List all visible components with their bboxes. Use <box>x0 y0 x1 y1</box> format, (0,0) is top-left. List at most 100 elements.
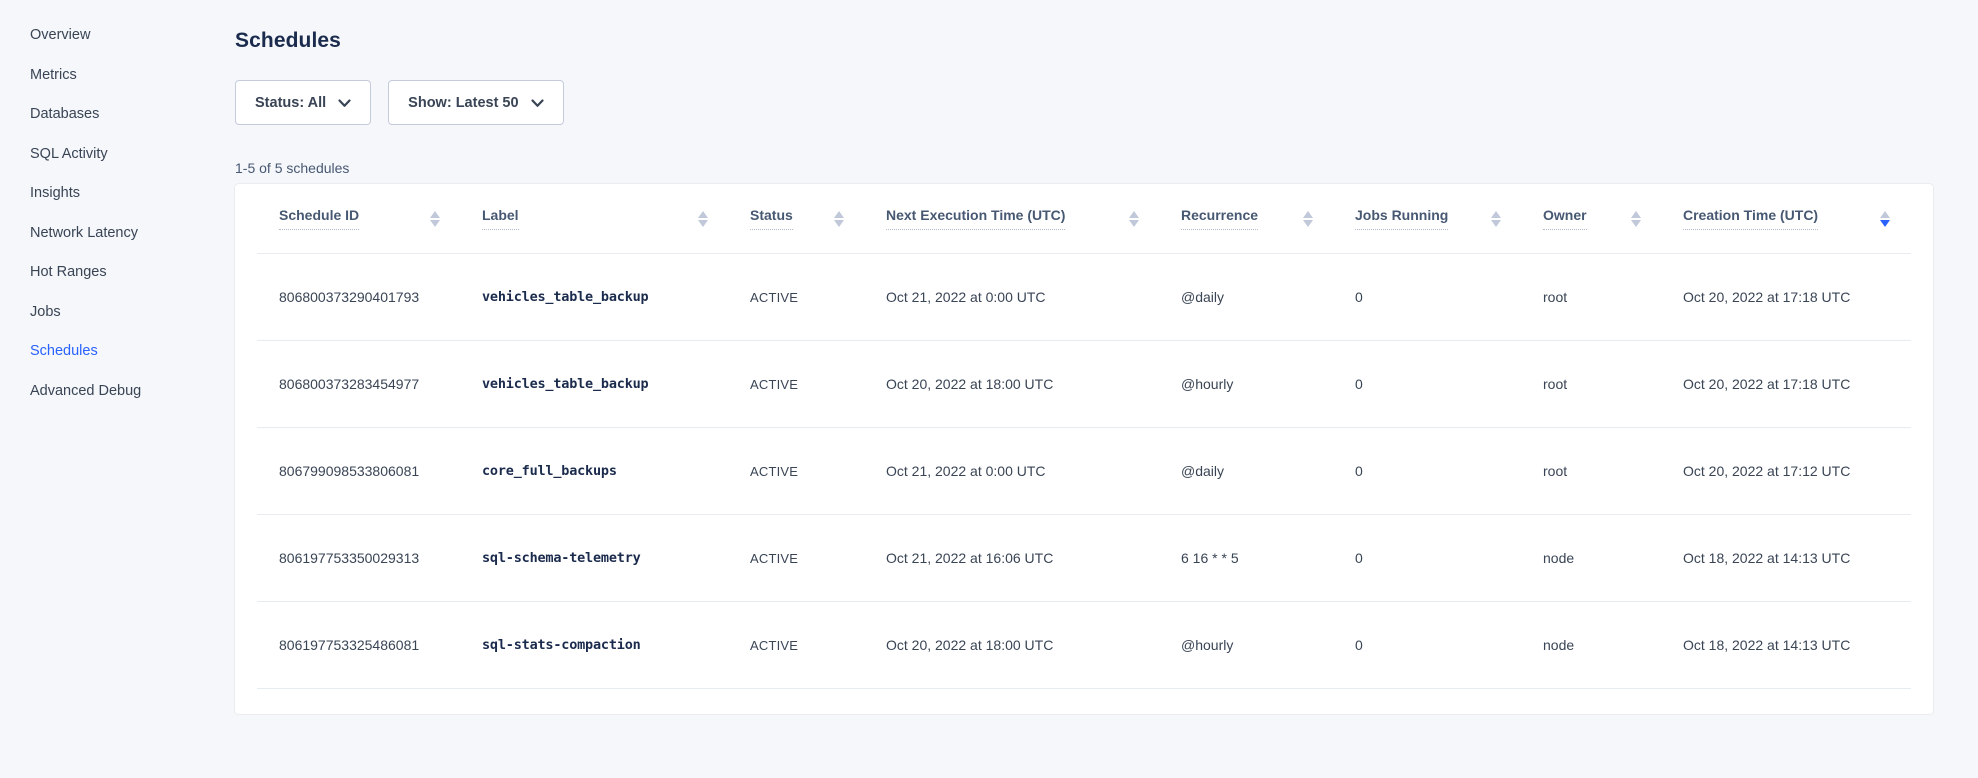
cell-schedule-id[interactable]: 806197753350029313 <box>257 550 460 566</box>
column-header-label: Label <box>482 207 519 230</box>
cell-next-execution: Oct 21, 2022 at 0:00 UTC <box>864 289 1159 305</box>
sidebar-nav-list: OverviewMetricsDatabasesSQL ActivityInsi… <box>30 16 235 411</box>
triangle-up-icon <box>1631 211 1641 218</box>
show-filter-label: Show: Latest 50 <box>408 95 518 111</box>
cell-recurrence: @hourly <box>1159 376 1333 392</box>
chevron-down-icon <box>531 99 544 108</box>
cell-creation-time: Oct 18, 2022 at 14:13 UTC <box>1661 550 1910 566</box>
cell-schedule-id[interactable]: 806800373290401793 <box>257 289 460 305</box>
column-header-owner[interactable]: Owner <box>1521 207 1661 230</box>
column-header-next-execution-time-utc[interactable]: Next Execution Time (UTC) <box>864 207 1159 230</box>
cell-owner: node <box>1521 550 1661 566</box>
table-body: 806800373290401793 vehicles_table_backup… <box>257 254 1911 689</box>
filters-bar: Status: All Show: Latest 50 <box>235 80 1933 125</box>
app-root: OverviewMetricsDatabasesSQL ActivityInsi… <box>0 0 1978 778</box>
cell-recurrence: @daily <box>1159 289 1333 305</box>
main-content: Schedules Status: All Show: Latest 50 1-… <box>235 0 1978 778</box>
cell-schedule-id[interactable]: 806799098533806081 <box>257 463 460 479</box>
status-filter-dropdown[interactable]: Status: All <box>235 80 371 125</box>
column-header-label: Recurrence <box>1181 207 1258 230</box>
column-header-label[interactable]: Label <box>460 207 728 230</box>
column-header-jobs-running[interactable]: Jobs Running <box>1333 207 1521 230</box>
column-header-creation-time-utc[interactable]: Creation Time (UTC) <box>1661 207 1910 230</box>
sidebar-item-network-latency[interactable]: Network Latency <box>30 214 235 254</box>
table-row: 806800373283454977 vehicles_table_backup… <box>257 341 1911 428</box>
sidebar-item-overview[interactable]: Overview <box>30 16 235 56</box>
column-header-label: Status <box>750 207 793 230</box>
sort-arrows-icon <box>1631 211 1641 227</box>
results-summary: 1-5 of 5 schedules <box>235 159 1933 177</box>
triangle-down-icon <box>698 220 708 227</box>
cell-label: core_full_backups <box>460 463 728 479</box>
sort-arrows-icon <box>1303 211 1313 227</box>
triangle-up-icon <box>698 211 708 218</box>
cell-recurrence: @daily <box>1159 463 1333 479</box>
column-header-label: Next Execution Time (UTC) <box>886 207 1065 230</box>
cell-label: sql-stats-compaction <box>460 637 728 653</box>
sidebar-item-schedules[interactable]: Schedules <box>30 332 235 372</box>
cell-status: ACTIVE <box>728 290 864 305</box>
column-header-label: Jobs Running <box>1355 207 1448 230</box>
cell-recurrence: 6 16 * * 5 <box>1159 550 1333 566</box>
sidebar-item-metrics[interactable]: Metrics <box>30 56 235 96</box>
sort-arrows-icon <box>698 211 708 227</box>
table-row: 806799098533806081 core_full_backups ACT… <box>257 428 1911 515</box>
schedules-table: Schedule ID Label Status Next Execution … <box>257 184 1911 689</box>
triangle-up-icon <box>1880 211 1890 218</box>
triangle-up-icon <box>1303 211 1313 218</box>
cell-schedule-id[interactable]: 806800373283454977 <box>257 376 460 392</box>
column-header-schedule-id[interactable]: Schedule ID <box>257 207 460 230</box>
triangle-down-icon <box>1880 220 1890 227</box>
cell-creation-time: Oct 20, 2022 at 17:12 UTC <box>1661 463 1910 479</box>
cell-creation-time: Oct 18, 2022 at 14:13 UTC <box>1661 637 1910 653</box>
cell-label: sql-schema-telemetry <box>460 550 728 566</box>
column-header-label: Owner <box>1543 207 1587 230</box>
sort-arrows-icon <box>1129 211 1139 227</box>
sort-arrows-icon <box>1880 211 1890 227</box>
cell-jobs-running: 0 <box>1333 463 1521 479</box>
cell-jobs-running: 0 <box>1333 376 1521 392</box>
cell-status: ACTIVE <box>728 377 864 392</box>
cell-jobs-running: 0 <box>1333 289 1521 305</box>
triangle-up-icon <box>1491 211 1501 218</box>
cell-creation-time: Oct 20, 2022 at 17:18 UTC <box>1661 376 1910 392</box>
triangle-down-icon <box>1631 220 1641 227</box>
cell-owner: root <box>1521 376 1661 392</box>
triangle-up-icon <box>834 211 844 218</box>
show-filter-dropdown[interactable]: Show: Latest 50 <box>388 80 563 125</box>
status-filter-label: Status: All <box>255 95 326 111</box>
triangle-up-icon <box>430 211 440 218</box>
cell-owner: root <box>1521 289 1661 305</box>
cell-next-execution: Oct 21, 2022 at 16:06 UTC <box>864 550 1159 566</box>
sidebar-item-hot-ranges[interactable]: Hot Ranges <box>30 253 235 293</box>
page-title: Schedules <box>235 30 1933 52</box>
table-row: 806197753350029313 sql-schema-telemetry … <box>257 515 1911 602</box>
sidebar-item-advanced-debug[interactable]: Advanced Debug <box>30 372 235 412</box>
table-header-row: Schedule ID Label Status Next Execution … <box>257 184 1911 254</box>
cell-jobs-running: 0 <box>1333 637 1521 653</box>
sidebar: OverviewMetricsDatabasesSQL ActivityInsi… <box>0 0 235 778</box>
cell-schedule-id[interactable]: 806197753325486081 <box>257 637 460 653</box>
triangle-down-icon <box>1303 220 1313 227</box>
cell-status: ACTIVE <box>728 638 864 653</box>
column-header-status[interactable]: Status <box>728 207 864 230</box>
cell-owner: root <box>1521 463 1661 479</box>
column-header-recurrence[interactable]: Recurrence <box>1159 207 1333 230</box>
cell-status: ACTIVE <box>728 551 864 566</box>
table-row: 806800373290401793 vehicles_table_backup… <box>257 254 1911 341</box>
cell-creation-time: Oct 20, 2022 at 17:18 UTC <box>1661 289 1910 305</box>
cell-jobs-running: 0 <box>1333 550 1521 566</box>
cell-owner: node <box>1521 637 1661 653</box>
sidebar-item-sql-activity[interactable]: SQL Activity <box>30 135 235 175</box>
cell-next-execution: Oct 21, 2022 at 0:00 UTC <box>864 463 1159 479</box>
table-row: 806197753325486081 sql-stats-compaction … <box>257 602 1911 689</box>
column-header-label: Creation Time (UTC) <box>1683 207 1818 230</box>
sidebar-item-databases[interactable]: Databases <box>30 95 235 135</box>
sidebar-item-insights[interactable]: Insights <box>30 174 235 214</box>
cell-recurrence: @hourly <box>1159 637 1333 653</box>
sidebar-item-jobs[interactable]: Jobs <box>30 293 235 333</box>
schedules-table-card: Schedule ID Label Status Next Execution … <box>235 184 1933 714</box>
sort-arrows-icon <box>1491 211 1501 227</box>
cell-label: vehicles_table_backup <box>460 376 728 392</box>
column-header-label: Schedule ID <box>279 207 359 230</box>
